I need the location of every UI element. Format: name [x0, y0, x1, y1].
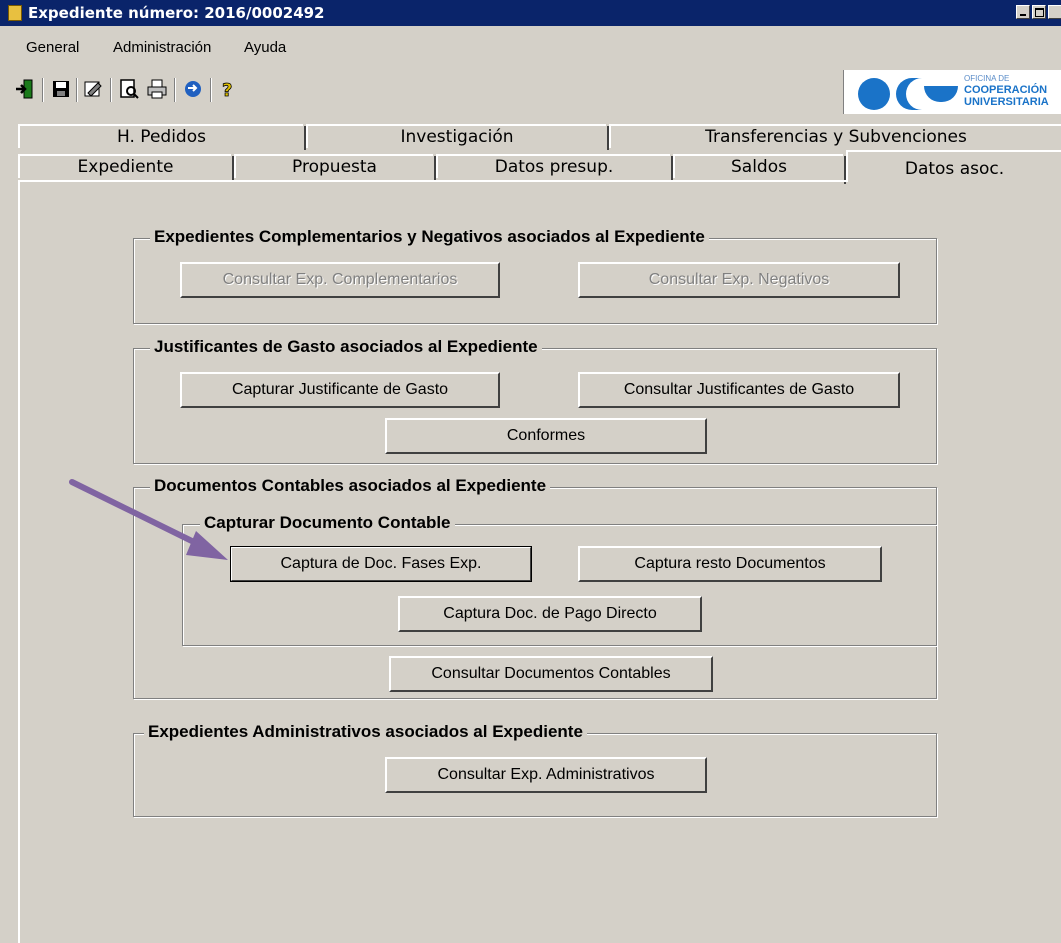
tab-label: Propuesta: [292, 157, 377, 177]
logo-mark: [896, 78, 922, 110]
logo-mark: [924, 86, 958, 102]
group-title: Justificantes de Gasto asociados al Expe…: [150, 337, 542, 357]
tab-expediente[interactable]: Expediente: [18, 154, 234, 180]
tab-label: Saldos: [731, 157, 787, 177]
toolbar-separator: [174, 78, 176, 102]
window-title: Expediente número: 2016/0002492: [28, 4, 325, 22]
menu-general[interactable]: General: [26, 39, 79, 56]
tab-datos-asoc[interactable]: Datos asoc.: [846, 150, 1061, 182]
minimize-button[interactable]: [1016, 5, 1030, 19]
logo-mark: [858, 78, 890, 110]
tab-investigacion[interactable]: Investigación: [306, 124, 609, 150]
toolbar-separator: [76, 78, 78, 102]
help-icon[interactable]: ?: [216, 78, 238, 102]
menu-ayuda[interactable]: Ayuda: [244, 39, 286, 56]
tab-datos-presup[interactable]: Datos presup.: [436, 154, 673, 180]
group-title: Documentos Contables asociados al Expedi…: [150, 476, 551, 496]
group-title: Capturar Documento Contable: [200, 513, 455, 533]
consultar-documentos-button[interactable]: Consultar Documentos Contables: [389, 656, 713, 692]
maximize-button[interactable]: [1032, 5, 1046, 19]
tab-saldos[interactable]: Saldos: [673, 154, 846, 184]
logo-text-3: UNIVERSITARIA: [964, 96, 1049, 108]
consultar-complementarios-button[interactable]: Consultar Exp. Complementarios: [180, 262, 500, 298]
captura-pago-directo-button[interactable]: Captura Doc. de Pago Directo: [398, 596, 702, 632]
svg-text:?: ?: [222, 80, 232, 100]
group-title: Expedientes Complementarios y Negativos …: [150, 227, 709, 247]
consultar-justificantes-button[interactable]: Consultar Justificantes de Gasto: [578, 372, 900, 408]
tab-h-pedidos[interactable]: H. Pedidos: [18, 124, 306, 150]
logo-text-1: OFICINA DE: [964, 74, 1010, 83]
menu-administracion[interactable]: Administración: [113, 39, 211, 56]
toolbar-separator: [42, 78, 44, 102]
tab-label: Datos asoc.: [904, 159, 1005, 179]
title-bar: Expediente número: 2016/0002492: [0, 0, 1061, 26]
consultar-administrativos-button[interactable]: Consultar Exp. Administrativos: [385, 757, 707, 793]
menu-bar: General Administración Ayuda: [0, 36, 1061, 62]
logo-text-2: COOPERACIÓN: [964, 84, 1048, 96]
group-title: Expedientes Administrativos asociados al…: [144, 722, 587, 742]
preview-icon[interactable]: [118, 78, 140, 100]
tab-label: Transferencias y Subvenciones: [705, 127, 967, 147]
tab-propuesta[interactable]: Propuesta: [234, 154, 436, 180]
print-icon[interactable]: [146, 78, 168, 100]
tab-label: Investigación: [400, 127, 514, 147]
tab-label: Expediente: [77, 157, 174, 177]
exit-icon[interactable]: [14, 78, 36, 100]
folder-icon: [8, 5, 22, 21]
tab-transferencias[interactable]: Transferencias y Subvenciones: [609, 124, 1061, 148]
logo: OFICINA DE COOPERACIÓN UNIVERSITARIA: [843, 70, 1061, 114]
captura-fases-button[interactable]: Captura de Doc. Fases Exp.: [230, 546, 532, 582]
edit-icon[interactable]: [82, 78, 104, 100]
refresh-icon[interactable]: [182, 78, 204, 100]
close-button[interactable]: [1048, 5, 1061, 19]
toolbar-separator: [110, 78, 112, 102]
save-icon[interactable]: [50, 78, 72, 100]
toolbar-separator: [210, 78, 212, 102]
consultar-negativos-button[interactable]: Consultar Exp. Negativos: [578, 262, 900, 298]
tab-label: Datos presup.: [494, 157, 614, 177]
conformes-button[interactable]: Conformes: [385, 418, 707, 454]
capturar-justificante-button[interactable]: Capturar Justificante de Gasto: [180, 372, 500, 408]
tab-label: H. Pedidos: [117, 127, 206, 147]
captura-resto-button[interactable]: Captura resto Documentos: [578, 546, 882, 582]
